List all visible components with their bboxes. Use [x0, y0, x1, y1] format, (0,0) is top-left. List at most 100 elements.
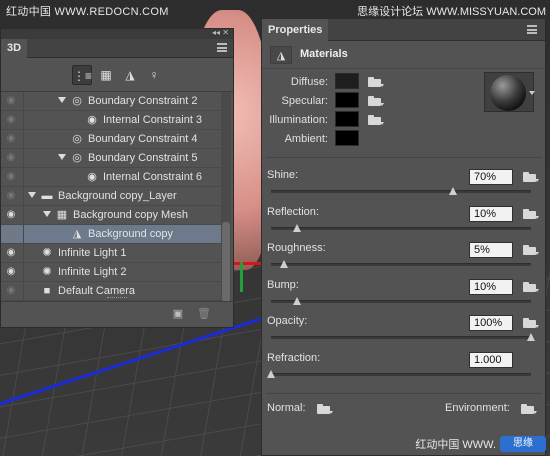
- new-object-icon[interactable]: ▣: [171, 307, 185, 321]
- tree-row-label: Infinite Light 2: [58, 266, 127, 278]
- divider: [266, 157, 542, 158]
- visibility-eye-icon[interactable]: ◉: [4, 134, 18, 144]
- visibility-eye-icon[interactable]: ◉: [4, 115, 18, 125]
- color-swatch[interactable]: [335, 111, 359, 127]
- panel-menu-icon[interactable]: [217, 43, 227, 52]
- delete-icon[interactable]: 🗑: [197, 307, 211, 321]
- page-title: Materials: [300, 48, 348, 60]
- slider-track[interactable]: [267, 370, 531, 378]
- tree-row[interactable]: ◉ ▦ Background copy Mesh: [1, 206, 221, 225]
- visibility-eye-icon[interactable]: ◉: [4, 172, 18, 182]
- chevron-down-icon[interactable]: [529, 91, 535, 95]
- slider-thumb[interactable]: [527, 333, 535, 341]
- environment-label: Environment:: [445, 402, 510, 414]
- slider-thumb[interactable]: [267, 370, 275, 378]
- expand-triangle-icon[interactable]: [43, 211, 51, 217]
- texture-folder-icon[interactable]: [523, 317, 539, 328]
- panel-menu-icon[interactable]: [527, 25, 537, 34]
- scene-filter-icon[interactable]: ⋮≡: [72, 65, 92, 85]
- slider-value-input[interactable]: 5%: [469, 242, 513, 258]
- tab-properties[interactable]: Properties: [262, 19, 329, 41]
- visibility-eye-icon[interactable]: ◉: [4, 286, 18, 296]
- color-swatch[interactable]: [335, 73, 359, 89]
- tree-row[interactable]: ◉ ◎ Boundary Constraint 5: [1, 149, 221, 168]
- slider-value-input[interactable]: 10%: [469, 279, 513, 295]
- slider-value-input[interactable]: 70%: [469, 169, 513, 185]
- normal-folder-icon[interactable]: [317, 403, 333, 414]
- slider-label: Reflection:: [267, 206, 319, 218]
- texture-maps-row: Normal: Environment:: [262, 399, 547, 419]
- texture-folder-icon[interactable]: [523, 208, 539, 219]
- slider-track[interactable]: [271, 297, 531, 305]
- properties-header: ◮ Materials: [262, 41, 545, 69]
- expand-triangle-icon[interactable]: [28, 192, 36, 198]
- meshes-filter-icon[interactable]: ▦: [96, 65, 116, 85]
- 3d-panel: ◂◂ ✕ 3D ⋮≡ ▦ ◮ ♀ ◉ ◎ Boundary Constraint 2 ◉ ◉ I…: [0, 28, 234, 328]
- slider-row: Shine: 70%: [262, 169, 547, 205]
- material-picker[interactable]: [484, 72, 535, 112]
- tree-row-label: Boundary Constraint 4: [88, 133, 198, 145]
- texture-folder-icon[interactable]: [368, 114, 384, 125]
- visibility-eye-icon[interactable]: ◉: [4, 267, 18, 277]
- slider-thumb[interactable]: [293, 224, 301, 232]
- texture-folder-icon[interactable]: [523, 171, 539, 182]
- resize-grip[interactable]: [107, 297, 127, 300]
- color-swatch[interactable]: [335, 130, 359, 146]
- tree-row[interactable]: ◉ ◎ Boundary Constraint 2: [1, 92, 221, 111]
- materials-icon: ◮: [270, 46, 292, 64]
- camera-icon: ■: [43, 285, 51, 297]
- visibility-eye-icon[interactable]: ◉: [4, 96, 18, 106]
- visibility-eye-icon[interactable]: ◉: [4, 229, 18, 239]
- tree-row[interactable]: ◉ ◎ Boundary Constraint 4: [1, 130, 221, 149]
- constraint-icon: ◉: [87, 114, 97, 126]
- visibility-eye-icon[interactable]: ◉: [4, 153, 18, 163]
- constraint-icon: ◉: [87, 171, 97, 183]
- tree-row[interactable]: ◉ ✺ Infinite Light 2: [1, 263, 221, 282]
- materials-filter-icon[interactable]: ◮: [120, 65, 140, 85]
- color-label: Diffuse:: [290, 76, 328, 88]
- slider-value-input[interactable]: 1.000: [469, 352, 513, 368]
- slider-thumb[interactable]: [449, 187, 457, 195]
- slider-track[interactable]: [271, 224, 531, 232]
- tab-3d[interactable]: 3D: [1, 39, 27, 58]
- tree-row[interactable]: ◉ ◉ Internal Constraint 3: [1, 111, 221, 130]
- tree-row[interactable]: ◉ ◮ Background copy: [1, 225, 221, 244]
- scrollbar-thumb[interactable]: [222, 222, 230, 302]
- scrollbar[interactable]: [221, 92, 231, 302]
- texture-folder-icon[interactable]: [368, 76, 384, 87]
- normal-label: Normal:: [267, 402, 306, 414]
- tree-row-label: Infinite Light 1: [58, 247, 127, 259]
- lights-filter-icon[interactable]: ♀: [144, 65, 164, 85]
- slider-track[interactable]: [271, 187, 531, 195]
- slider-thumb[interactable]: [293, 297, 301, 305]
- slider-row: Refraction: 1.000: [262, 352, 547, 388]
- color-row: Specular:: [262, 92, 392, 110]
- visibility-column-divider: [23, 111, 24, 130]
- texture-folder-icon[interactable]: [523, 281, 539, 292]
- light-icon: ✺: [42, 247, 52, 259]
- tree-row[interactable]: ◉ ✺ Infinite Light 1: [1, 244, 221, 263]
- visibility-eye-icon[interactable]: ◉: [4, 210, 18, 220]
- tree-row-label: Boundary Constraint 2: [88, 95, 198, 107]
- tree-row-label: Background copy_Layer: [58, 190, 177, 202]
- slider-value-input[interactable]: 10%: [469, 206, 513, 222]
- visibility-column-divider: [23, 206, 24, 225]
- slider-track[interactable]: [271, 333, 535, 341]
- watermark-bottom-text: 红动中国 WWW.: [415, 439, 496, 451]
- texture-folder-icon[interactable]: [368, 95, 384, 106]
- collapse-panel-icon[interactable]: ◂◂ ✕: [212, 28, 229, 37]
- environment-folder-icon[interactable]: [521, 403, 537, 414]
- color-swatch[interactable]: [335, 92, 359, 108]
- slider-track[interactable]: [271, 260, 531, 268]
- visibility-eye-icon[interactable]: ◉: [4, 191, 18, 201]
- tree-row[interactable]: ◉ ◉ Internal Constraint 6: [1, 168, 221, 187]
- visibility-eye-icon[interactable]: ◉: [4, 248, 18, 258]
- expand-triangle-icon[interactable]: [58, 154, 66, 160]
- panel-dock-strip: ◂◂ ✕: [1, 28, 233, 39]
- expand-triangle-icon[interactable]: [58, 97, 66, 103]
- slider-value-input[interactable]: 100%: [469, 315, 513, 331]
- tree-row[interactable]: ◉ ▬ Background copy_Layer: [1, 187, 221, 206]
- tree-row-label: Default Camera: [58, 285, 136, 297]
- texture-folder-icon[interactable]: [523, 244, 539, 255]
- slider-thumb[interactable]: [280, 260, 288, 268]
